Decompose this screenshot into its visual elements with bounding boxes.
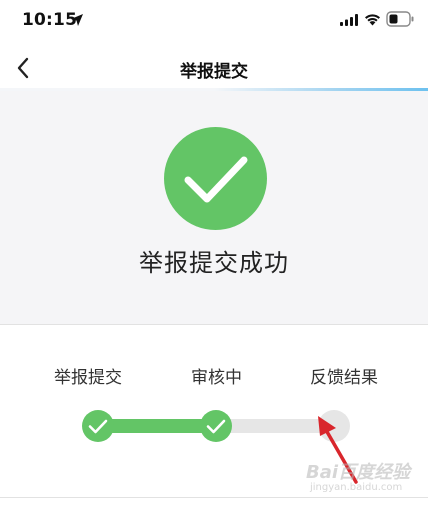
step-node-reviewing	[200, 410, 232, 442]
success-panel: 举报提交成功	[0, 91, 428, 324]
status-bar: 10:15	[0, 0, 428, 44]
divider	[0, 497, 428, 498]
check-circle-icon	[164, 127, 267, 230]
battery-icon	[386, 11, 414, 27]
checkmark-icon	[184, 156, 248, 203]
step-node-submitted	[82, 410, 114, 442]
nav-bar: 举报提交	[0, 44, 428, 92]
step-label-reviewing: 审核中	[191, 368, 242, 388]
step-label-result: 反馈结果	[310, 368, 378, 388]
baidu-watermark: Bai百度经验 jingyan.baidu.com	[306, 458, 416, 496]
wifi-icon	[365, 14, 380, 26]
watermark-sub: jingyan.baidu.com	[310, 482, 403, 493]
location-arrow-icon	[71, 14, 83, 26]
page-title: 举报提交	[180, 62, 248, 82]
progress-track-fill	[98, 419, 216, 433]
signal-icon	[340, 14, 358, 26]
watermark-text: Bai百度经验	[306, 462, 411, 483]
success-message: 举报提交成功	[139, 249, 289, 277]
check-icon	[88, 419, 108, 434]
status-time: 10:15	[22, 10, 78, 30]
step-label-submitted: 举报提交	[54, 368, 122, 388]
check-icon	[206, 419, 226, 434]
